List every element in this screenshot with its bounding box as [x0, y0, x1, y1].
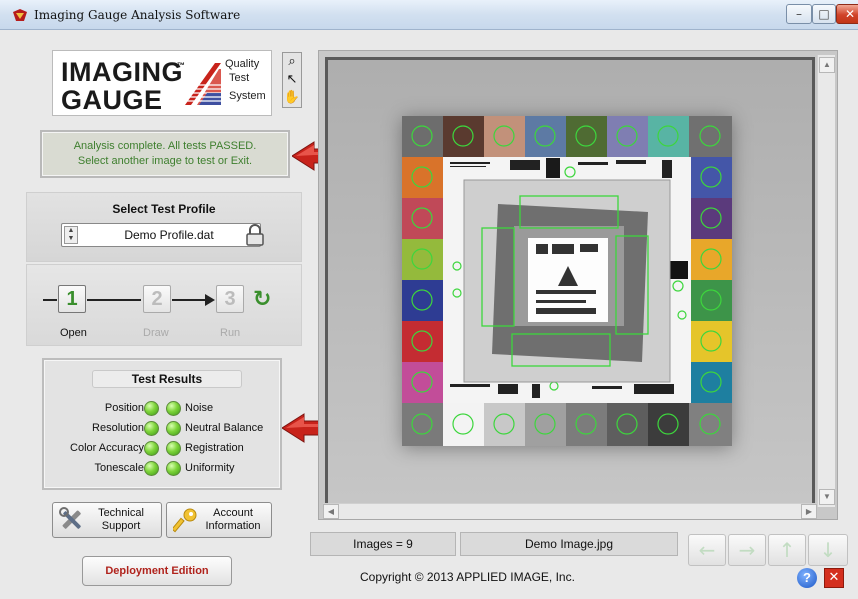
- result-label-left: Resolution: [92, 422, 144, 434]
- support-label-line2: Support: [101, 520, 141, 532]
- pass-indicator-icon: [144, 441, 159, 456]
- step-open-label: Open: [60, 327, 87, 339]
- lock-icon[interactable]: [246, 224, 264, 246]
- reset-icon[interactable]: ↻: [253, 287, 271, 312]
- status-message: Analysis complete. All tests PASSED. Sel…: [40, 130, 290, 178]
- logo-tagline-quality: Quality: [225, 58, 260, 70]
- logo-trademark: ™: [177, 61, 185, 70]
- window-title: Imaging Gauge Analysis Software: [34, 8, 241, 22]
- maximize-button[interactable]: □: [812, 4, 836, 24]
- result-label-right: Neutral Balance: [185, 422, 264, 434]
- step-draw-label: Draw: [143, 327, 169, 339]
- close-button[interactable]: ✕: [836, 4, 858, 24]
- result-label-left: Color Accuracy: [70, 442, 144, 454]
- zoom-tool-icon[interactable]: ⌕: [283, 53, 301, 71]
- step-line-1-2: [87, 299, 141, 301]
- result-label-right: Noise: [185, 402, 214, 414]
- logo-tagline-test: Test: [229, 72, 250, 84]
- pan-tool-icon[interactable]: ✋: [283, 89, 301, 107]
- step-run-label: Run: [220, 327, 241, 339]
- nav-right-button[interactable]: →: [728, 534, 766, 566]
- technical-support-button[interactable]: Technical Support: [52, 502, 162, 538]
- profile-value: Demo Profile.dat: [124, 228, 214, 242]
- pass-indicator-icon: [144, 401, 159, 416]
- step-arrow-icon: [205, 294, 215, 306]
- test-target-image: [402, 116, 732, 446]
- scroll-left-icon[interactable]: ◀: [323, 504, 339, 519]
- image-filename: Demo Image.jpg: [460, 532, 678, 556]
- scroll-up-icon[interactable]: ▲: [819, 57, 835, 73]
- profile-header: Select Test Profile: [112, 202, 216, 216]
- logo-line2: GAUGE: [61, 85, 163, 115]
- pass-indicator-icon: [166, 421, 181, 436]
- pass-indicator-icon: [166, 441, 181, 456]
- maximize-icon: □: [818, 7, 830, 21]
- pass-indicator-icon: [166, 401, 181, 416]
- logo-flag-icon: [185, 63, 221, 105]
- horizontal-scrollbar[interactable]: ◀ ▶: [323, 503, 817, 519]
- profile-selector[interactable]: ▲ ▼ Demo Profile.dat: [61, 223, 261, 247]
- account-label-line1: Account: [213, 507, 253, 519]
- tools-icon: [59, 507, 81, 529]
- account-label-line2: Information: [205, 520, 261, 532]
- step-line-start: [43, 299, 57, 301]
- support-label-line1: Technical: [98, 507, 144, 519]
- result-row: Tonescale Uniformity: [44, 460, 280, 478]
- copyright-text: Copyright © 2013 APPLIED IMAGE, Inc.: [360, 570, 575, 584]
- step-draw-button[interactable]: 2: [143, 285, 171, 313]
- scroll-right-icon[interactable]: ▶: [801, 504, 817, 519]
- minimize-icon: –: [796, 7, 802, 21]
- scroll-down-icon[interactable]: ▼: [819, 489, 835, 505]
- help-icon[interactable]: ?: [797, 568, 817, 588]
- step-open-button[interactable]: 1: [58, 285, 86, 313]
- nav-left-button[interactable]: ←: [688, 534, 726, 566]
- step-run-button[interactable]: 3: [216, 285, 244, 313]
- imaging-gauge-logo: IMAGING ™ GAUGE Quality Test System: [52, 50, 272, 116]
- left-swatch-column: [402, 157, 443, 403]
- workflow-steps-panel: 1 2 3 ↻ Open Draw Run: [26, 264, 302, 346]
- result-label-right: Uniformity: [185, 462, 235, 474]
- status-line1: Analysis complete. All tests PASSED.: [73, 140, 257, 152]
- bottom-swatch-row: [402, 403, 732, 446]
- status-line2: Select another image to test or Exit.: [77, 155, 253, 167]
- vertical-scrollbar[interactable]: ▲ ▼: [817, 55, 835, 507]
- key-icon: [173, 508, 197, 533]
- account-information-button[interactable]: Account Information: [166, 502, 272, 538]
- nav-up-button[interactable]: ↑: [768, 534, 806, 566]
- pass-indicator-icon: [144, 461, 159, 476]
- image-count: Images = 9: [310, 532, 456, 556]
- result-row: Resolution Neutral Balance: [44, 420, 280, 438]
- deployment-edition-button[interactable]: Deployment Edition: [82, 556, 232, 586]
- right-swatch-column: [691, 157, 732, 403]
- result-row: Color Accuracy Registration: [44, 440, 280, 458]
- close-icon: ✕: [844, 7, 856, 21]
- viewer-tool-palette: ⌕ ↖ ✋: [282, 52, 302, 108]
- exit-icon[interactable]: ✕: [824, 568, 844, 588]
- profile-spinner[interactable]: ▲ ▼: [64, 226, 78, 244]
- results-header: Test Results: [92, 370, 242, 388]
- result-label-left: Position: [104, 402, 144, 414]
- pass-indicator-icon: [144, 421, 159, 436]
- pass-indicator-icon: [166, 461, 181, 476]
- result-label-left: Tonescale: [94, 462, 144, 474]
- app-icon: [13, 9, 27, 21]
- test-results-panel: Test Results Position Noise Resolution N…: [42, 358, 282, 490]
- result-row: Position Noise: [44, 400, 280, 418]
- pointer-tool-icon[interactable]: ↖: [283, 71, 301, 89]
- result-label-right: Registration: [185, 442, 244, 454]
- minimize-button[interactable]: –: [786, 4, 812, 24]
- nav-down-button[interactable]: ↓: [808, 534, 848, 566]
- logo-tagline-system: System: [229, 90, 266, 102]
- title-bar: Imaging Gauge Analysis Software – □ ✕: [0, 0, 858, 30]
- logo-line1: IMAGING: [61, 57, 183, 87]
- top-swatch-row: [402, 116, 732, 157]
